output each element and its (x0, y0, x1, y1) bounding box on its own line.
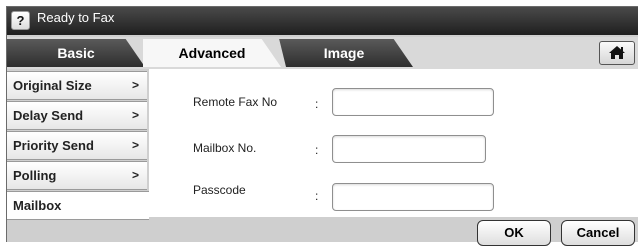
status-text: Ready to Fax (37, 10, 115, 25)
passcode-label: Passcode (193, 183, 246, 197)
cancel-button[interactable]: Cancel (561, 220, 635, 246)
sidebar-item-label: Delay Send (13, 108, 84, 123)
chevron-right-icon: > (132, 138, 140, 152)
passcode-input[interactable] (332, 183, 494, 211)
tab-image[interactable]: Image (279, 39, 413, 67)
sidebar-item-label: Polling (13, 168, 57, 183)
colon: : (315, 97, 319, 111)
ok-button[interactable]: OK (477, 220, 551, 246)
sidebar-item-mailbox[interactable]: Mailbox (7, 191, 149, 220)
colon: : (315, 143, 319, 157)
chevron-right-icon: > (132, 108, 140, 122)
sidebar-item-delay-send[interactable]: Delay Send > (7, 101, 147, 130)
sidebar-item-label: Mailbox (13, 198, 62, 213)
status-bar: ? Ready to Fax (7, 7, 638, 35)
fax-advanced-window: ? Ready to Fax Basic Image Advanced Orig… (6, 6, 638, 246)
sidebar-item-priority-send[interactable]: Priority Send > (7, 131, 147, 160)
sidebar-item-original-size[interactable]: Original Size > (7, 71, 147, 100)
remote-fax-input[interactable] (332, 88, 494, 116)
bottom-bar: OK Cancel (149, 217, 638, 246)
home-button[interactable] (599, 41, 635, 65)
chevron-right-icon: > (132, 168, 140, 182)
sidebar-item-label: Priority Send (13, 138, 94, 153)
help-icon[interactable]: ? (11, 11, 30, 30)
mailbox-no-input[interactable] (332, 135, 486, 163)
sidebar-item-polling[interactable]: Polling > (7, 161, 147, 190)
sidebar-item-label: Original Size (13, 78, 92, 93)
mailbox-form: Remote Fax No : Mailbox No. : Passcode : (149, 69, 638, 217)
remote-fax-label: Remote Fax No (193, 95, 278, 109)
home-icon (609, 46, 625, 59)
chevron-right-icon: > (132, 78, 140, 92)
mailbox-no-label: Mailbox No. (193, 141, 257, 155)
tab-basic[interactable]: Basic (7, 39, 145, 67)
tab-advanced[interactable]: Advanced (143, 39, 281, 67)
sidebar: Original Size > Delay Send > Priority Se… (7, 69, 149, 242)
colon: : (315, 189, 319, 203)
tab-bar: Basic Image Advanced (7, 37, 638, 69)
